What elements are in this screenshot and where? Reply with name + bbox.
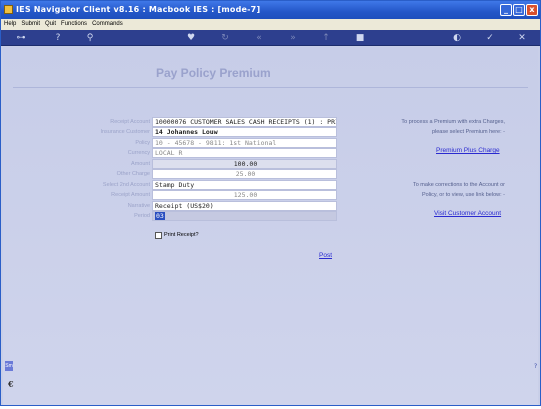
search-icon[interactable]: ⚲ [85, 32, 95, 44]
other-charge-field[interactable]: 25.00 [152, 169, 337, 179]
print-receipt-label: Print Receipt? [164, 232, 199, 238]
window-title: IES Navigator Client v8.16 : Macbook IES… [16, 5, 261, 14]
heart-icon[interactable]: ♥ [186, 32, 196, 44]
upload-icon[interactable]: ↑ [321, 32, 331, 44]
receipt-account-field[interactable]: 10000076 CUSTOMER SALES CASH RECEIPTS (1… [152, 117, 337, 127]
insurance-customer-label: Insurance Customer [100, 129, 150, 135]
help-icon[interactable]: ? [53, 32, 63, 44]
amount-field[interactable]: 100.00 [152, 159, 337, 169]
amount-label: Amount [131, 161, 150, 167]
side-help-mark[interactable]: ? [534, 363, 537, 370]
premium-info-line2: please select Premium here: - [431, 129, 505, 135]
premium-info-line1: To process a Premium with extra Charges, [401, 119, 505, 125]
insurance-customer-field[interactable]: 14 Johannes Louw [152, 127, 337, 137]
menu-bar: Help Submit Quit Functions Commands [1, 19, 540, 30]
toolbar: ⊶ ? ⚲ ♥ ↻ « » ↑ ■ ◐ ✓ ✕ [1, 30, 540, 46]
globe-icon[interactable]: ◐ [452, 32, 462, 44]
divider [13, 87, 528, 88]
page-title: Pay Policy Premium [156, 66, 271, 80]
narrative-field[interactable]: Receipt (US$20) [152, 201, 337, 211]
stop-icon[interactable]: ■ [355, 32, 365, 44]
close-icon[interactable]: ✕ [517, 32, 527, 44]
receipt-account-label: Receipt Account [110, 119, 150, 125]
minimize-button[interactable]: _ [500, 4, 512, 16]
correction-info-line1: To make corrections to the Account or [412, 182, 505, 188]
euro-icon: € [8, 379, 14, 389]
check-icon[interactable]: ✓ [485, 32, 495, 44]
side-tab[interactable]: Sm [5, 361, 13, 371]
main-content: Pay Policy Premium Receipt Account Insur… [3, 47, 538, 405]
maximize-button[interactable]: □ [513, 4, 525, 16]
other-charge-label: Other Charge [116, 171, 150, 177]
key-icon[interactable]: ⊶ [11, 32, 31, 44]
premium-plus-charge-link[interactable]: Premium Plus Charge [436, 147, 500, 154]
menu-functions[interactable]: Functions [58, 19, 89, 27]
receipt-amount-field[interactable]: 125.00 [152, 190, 337, 200]
period-field[interactable]: 03 [152, 211, 337, 221]
back-icon[interactable]: « [254, 32, 264, 44]
visit-customer-account-link[interactable]: Visit Customer Account [434, 210, 501, 217]
menu-commands[interactable]: Commands [89, 19, 125, 27]
print-receipt-checkbox[interactable] [155, 232, 162, 239]
app-icon [4, 5, 13, 14]
refresh-icon[interactable]: ↻ [220, 32, 230, 44]
policy-field[interactable]: 10 - 45678 - 9811: 1st National [152, 138, 337, 148]
currency-field[interactable]: LOCAL R [152, 148, 337, 158]
app-window: IES Navigator Client v8.16 : Macbook IES… [0, 0, 541, 406]
menu-submit[interactable]: Submit [18, 19, 42, 27]
post-link[interactable]: Post [319, 252, 332, 259]
second-account-field[interactable]: Stamp Duty [152, 180, 337, 190]
menu-help[interactable]: Help [1, 19, 18, 27]
second-account-label: Select 2nd Account [102, 182, 150, 188]
title-bar: IES Navigator Client v8.16 : Macbook IES… [1, 1, 540, 19]
receipt-amount-label: Receipt Amount [111, 192, 150, 198]
currency-label: Currency [127, 150, 150, 156]
correction-info-line2: Policy, or to view, use link below: - [421, 192, 505, 198]
close-window-button[interactable]: x [526, 4, 538, 16]
forward-icon[interactable]: » [288, 32, 298, 44]
policy-label: Policy [135, 140, 150, 146]
period-value: 03 [155, 212, 165, 220]
period-label: Period [134, 213, 150, 219]
menu-quit[interactable]: Quit [42, 19, 58, 27]
narrative-label: Narrative [127, 203, 150, 209]
